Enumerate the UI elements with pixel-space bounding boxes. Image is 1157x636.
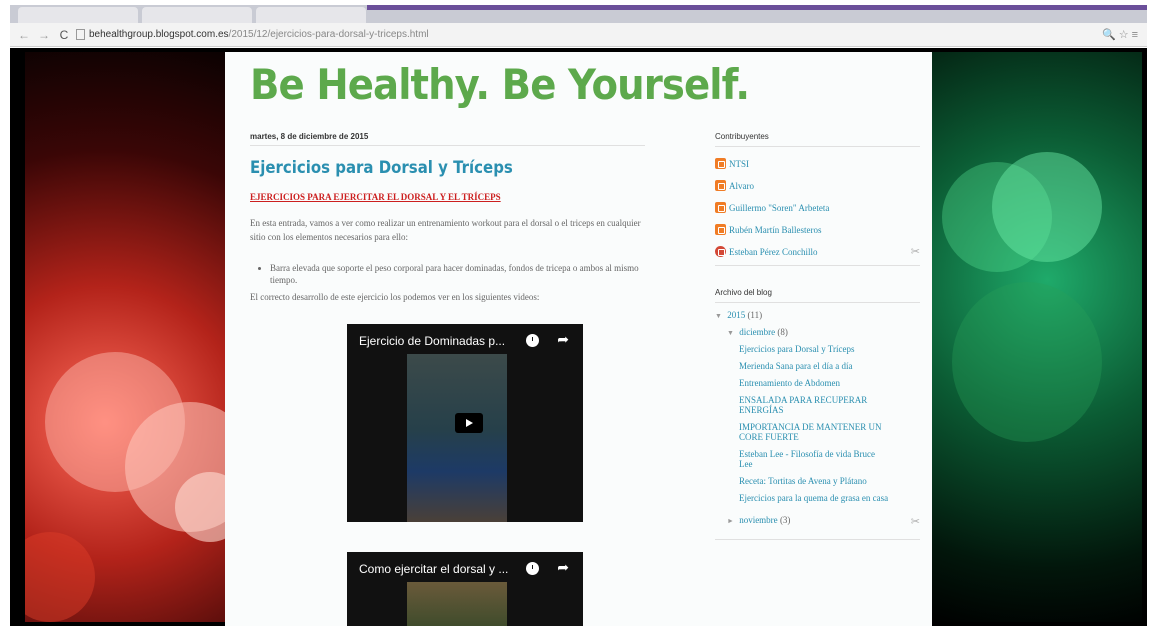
video-player[interactable]: Como ejercitar el dorsal y ... ➦ <box>347 552 583 626</box>
browser-tabstrip <box>10 5 1147 23</box>
reload-icon[interactable]: C <box>58 28 70 42</box>
sidebar: Contribuyentes NTSI Alvaro Guillermo "So… <box>715 132 920 540</box>
url-host: behealthgroup.blogspot.com.es <box>89 29 229 40</box>
page-icon <box>76 29 85 40</box>
background-right-bokeh <box>932 52 1142 622</box>
browser-tab[interactable] <box>18 7 138 23</box>
window-accent-bar <box>367 5 1147 10</box>
contributor-link[interactable]: Alvaro <box>715 180 920 191</box>
blog-title[interactable]: Be Healthy. Be Yourself. <box>250 60 750 109</box>
list-item: Barra elevada que soporte el peso corpor… <box>270 262 650 286</box>
archive-post-link[interactable]: ENSALADA PARA RECUPERAR ENERGÍAS <box>739 395 889 415</box>
browser-tab[interactable] <box>256 7 366 23</box>
contributor-link[interactable]: Guillermo "Soren" Arbeteta <box>715 202 920 213</box>
divider <box>715 539 920 540</box>
forward-arrow-icon[interactable]: → <box>38 28 50 42</box>
post-title[interactable]: Ejercicios para Dorsal y Tríceps <box>250 158 598 178</box>
share-icon[interactable]: ➦ <box>557 331 569 348</box>
archive-post-link[interactable]: Receta: Tortitas de Avena y Plátano <box>739 476 869 486</box>
edit-widget-icon[interactable]: ✂ <box>911 515 920 528</box>
background-left-bokeh <box>25 52 225 622</box>
collapse-triangle-icon[interactable]: ▼ <box>727 329 734 337</box>
post-subtitle: EJERCICIOS PARA EJERCITAR EL DORSAL Y EL… <box>250 192 501 202</box>
contributor-link[interactable]: NTSI <box>715 158 920 169</box>
archive-post-link[interactable]: Ejercicios para la quema de grasa en cas… <box>739 493 889 503</box>
archive-post-link[interactable]: Entrenamiento de Abdomen <box>739 378 920 388</box>
archive-month[interactable]: ► noviembre (3) ✂ <box>727 515 920 528</box>
google-plus-icon <box>715 246 726 257</box>
archive-post-link[interactable]: Ejercicios para Dorsal y Tríceps <box>739 344 920 354</box>
blogger-icon <box>715 158 726 169</box>
play-button[interactable] <box>455 413 483 433</box>
expand-triangle-icon[interactable]: ► <box>727 517 734 525</box>
blog-post: martes, 8 de diciembre de 2015 Ejercicio… <box>250 132 645 302</box>
blogger-icon <box>715 224 726 235</box>
video-title[interactable]: Ejercicio de Dominadas p... <box>359 334 505 348</box>
post-videos-intro: El correcto desarrollo de este ejercicio… <box>250 292 540 302</box>
blog-archive: Archivo del blog ▼ 2015 (11) ▼ diciembre… <box>715 288 920 540</box>
archive-year[interactable]: ▼ 2015 (11) <box>715 310 920 320</box>
archive-post-link[interactable]: Esteban Lee - Filosofía de vida Bruce Le… <box>739 449 879 469</box>
video-player[interactable]: Ejercicio de Dominadas p... ➦ <box>347 324 583 522</box>
address-bar[interactable]: behealthgroup.blogspot.com.es /2015/12/e… <box>76 29 1102 40</box>
back-arrow-icon[interactable]: ← <box>18 28 30 42</box>
video-title[interactable]: Como ejercitar el dorsal y ... <box>359 562 508 576</box>
share-icon[interactable]: ➦ <box>557 559 569 576</box>
archive-month[interactable]: ▼ diciembre (8) <box>727 327 920 337</box>
video-frame <box>407 582 507 626</box>
archive-post-link[interactable]: Merienda Sana para el día a día <box>739 361 920 371</box>
archive-title: Archivo del blog <box>715 288 920 303</box>
browser-right-icons[interactable]: 🔍☆≡ <box>1102 28 1141 41</box>
archive-post-list: Ejercicios para Dorsal y Tríceps Meriend… <box>739 344 920 503</box>
contributor-link[interactable]: Rubén Martín Ballesteros <box>715 224 920 235</box>
video-frame <box>407 354 507 522</box>
watch-later-icon[interactable] <box>526 562 539 575</box>
divider <box>715 265 920 266</box>
collapse-triangle-icon[interactable]: ▼ <box>715 312 722 320</box>
post-intro: En esta entrada, vamos a ver como realiz… <box>250 218 641 242</box>
blogger-icon <box>715 202 726 213</box>
contributor-link[interactable]: Esteban Pérez Conchillo ✂ <box>715 245 920 258</box>
archive-post-link[interactable]: IMPORTANCIA DE MANTENER UN CORE FUERTE <box>739 422 889 442</box>
contributors-title: Contribuyentes <box>715 132 920 147</box>
page-viewport: Be Healthy. Be Yourself. martes, 8 de di… <box>10 48 1147 626</box>
watch-later-icon[interactable] <box>526 334 539 347</box>
blog-content: Be Healthy. Be Yourself. martes, 8 de di… <box>225 52 932 626</box>
browser-toolbar: ← → C behealthgroup.blogspot.com.es /201… <box>10 23 1147 47</box>
edit-widget-icon[interactable]: ✂ <box>911 245 920 258</box>
url-path: /2015/12/ejercicios-para-dorsal-y-tricep… <box>228 29 429 40</box>
blogger-icon <box>715 180 726 191</box>
browser-tab-active[interactable] <box>142 7 252 23</box>
post-date: martes, 8 de diciembre de 2015 <box>250 132 645 146</box>
post-list: Barra elevada que soporte el peso corpor… <box>270 262 650 286</box>
